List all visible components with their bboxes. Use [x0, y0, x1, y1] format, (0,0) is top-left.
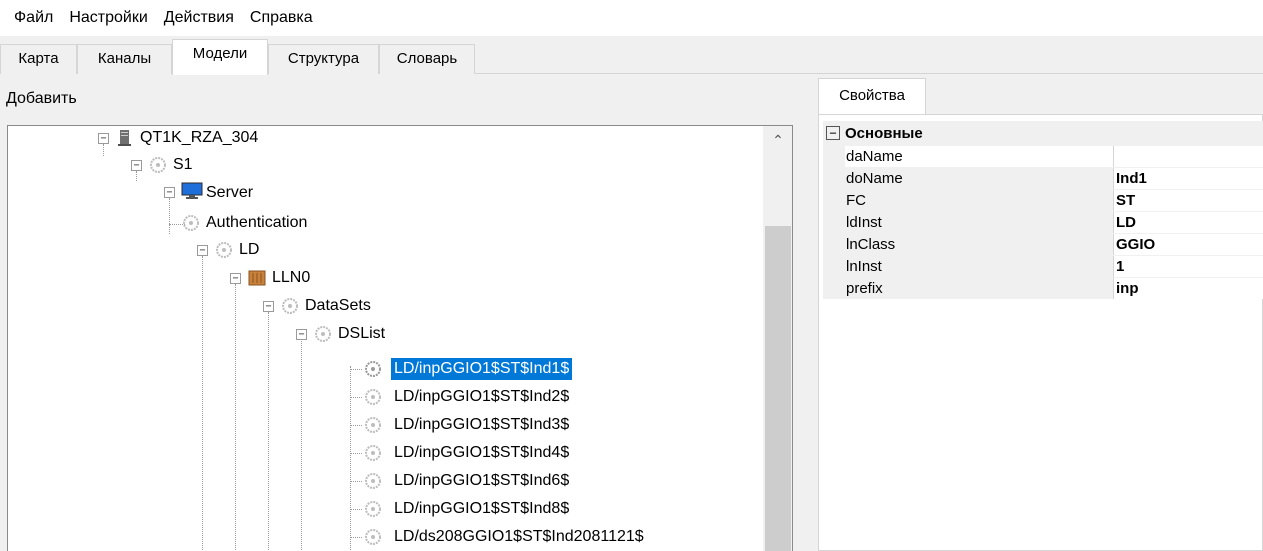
menu-bar: Файл Настройки Действия Справка [0, 0, 1263, 36]
property-value[interactable]: GGIO [1114, 234, 1263, 255]
tree-node-dataset-entry[interactable]: LD/inpGGIO1$ST$Ind8$ [394, 498, 569, 520]
network-icon [365, 361, 381, 377]
network-icon [365, 501, 381, 517]
tree-node-server[interactable]: Server [206, 182, 253, 204]
tree-node-lln0[interactable]: LLN0 [272, 267, 310, 289]
tree-node-dataset-entry[interactable]: LD/inpGGIO1$ST$Ind6$ [394, 470, 569, 492]
tree-node-device[interactable]: QT1K_RZA_304 [140, 127, 258, 149]
network-icon [365, 389, 381, 405]
scroll-thumb[interactable] [765, 226, 791, 551]
network-icon [365, 529, 381, 545]
tree-node-s1[interactable]: S1 [173, 154, 193, 176]
scroll-up-arrow-icon[interactable]: ⌃ [763, 126, 792, 154]
property-value[interactable]: LD [1114, 212, 1263, 233]
network-icon [150, 157, 166, 173]
network-icon [315, 326, 331, 342]
tab-map[interactable]: Карта [0, 44, 77, 74]
property-name: doName [845, 168, 1114, 189]
property-row[interactable]: ldInst LD [823, 211, 1263, 233]
tree-expander[interactable]: − [98, 133, 109, 144]
properties-panel: Свойства − Основные daName doName Ind1 F… [814, 74, 1263, 551]
tree-expander[interactable]: − [164, 187, 175, 198]
property-value[interactable]: Ind1 [1114, 168, 1263, 189]
tab-models[interactable]: Модели [172, 39, 268, 75]
network-icon [365, 417, 381, 433]
tree-node-dataset-entry-selected[interactable]: LD/inpGGIO1$ST$Ind1$ [391, 358, 573, 380]
menu-file[interactable]: Файл [6, 0, 61, 36]
tree-scrollbar[interactable]: ⌃ [763, 126, 792, 551]
property-name: lnClass [845, 234, 1114, 255]
property-row[interactable]: daName [823, 145, 1263, 167]
property-name: FC [845, 190, 1114, 211]
tree-node-ld[interactable]: LD [239, 239, 259, 261]
tree-node-dataset-entry[interactable]: LD/inpGGIO1$ST$Ind4$ [394, 442, 569, 464]
tree-node-dataset-entry[interactable]: LD/inpGGIO1$ST$Ind3$ [394, 414, 569, 436]
network-icon [183, 215, 199, 231]
collapse-icon[interactable]: − [826, 126, 840, 140]
property-value[interactable]: inp [1114, 278, 1263, 299]
property-row[interactable]: prefix inp [823, 277, 1263, 299]
tree-node-dataset-entry[interactable]: LD/ds208GGIO1$ST$Ind2081121$ [394, 526, 644, 548]
tree-node-dataset-entry[interactable]: LD/inpGGIO1$ST$Ind2$ [394, 386, 569, 408]
property-name: lnInst [845, 256, 1114, 277]
property-row[interactable]: lnClass GGIO [823, 233, 1263, 255]
property-row[interactable]: doName Ind1 [823, 167, 1263, 189]
monitor-icon [181, 182, 203, 199]
models-panel: Добавить − QT1K_RZA_304 − S1 − Server Au… [0, 74, 808, 551]
network-icon [282, 298, 298, 314]
tree-expander[interactable]: − [230, 273, 241, 284]
tree-node-authentication[interactable]: Authentication [206, 212, 307, 234]
property-category-label: Основные [845, 124, 923, 142]
add-button[interactable]: Добавить [6, 90, 77, 108]
network-icon [216, 242, 232, 258]
tree-expander[interactable]: − [263, 301, 274, 312]
logical-node-icon [248, 270, 266, 286]
tab-channels[interactable]: Каналы [77, 44, 172, 74]
property-row[interactable]: FC ST [823, 189, 1263, 211]
property-grid: − Основные daName doName Ind1 FC ST ldIn… [823, 121, 1263, 299]
property-grid-container: − Основные daName doName Ind1 FC ST ldIn… [818, 114, 1263, 551]
network-icon [365, 473, 381, 489]
property-name: prefix [845, 278, 1114, 299]
tree-node-datasets[interactable]: DataSets [305, 295, 371, 317]
menu-help[interactable]: Справка [242, 0, 321, 36]
property-row[interactable]: lnInst 1 [823, 255, 1263, 277]
tab-properties[interactable]: Свойства [818, 78, 926, 114]
property-value[interactable] [1114, 146, 1263, 167]
tab-structure[interactable]: Структура [268, 44, 379, 74]
tree-expander[interactable]: − [131, 160, 142, 171]
property-name: daName [845, 146, 1114, 167]
menu-settings[interactable]: Настройки [61, 0, 155, 36]
menu-actions[interactable]: Действия [156, 0, 242, 36]
model-tree[interactable]: − QT1K_RZA_304 − S1 − Server Authenticat… [7, 125, 793, 551]
property-category[interactable]: − Основные [823, 121, 1263, 145]
property-value[interactable]: 1 [1114, 256, 1263, 277]
property-name: ldInst [845, 212, 1114, 233]
main-tabstrip: Карта Каналы Модели Структура Словарь [0, 36, 1263, 75]
device-icon [118, 130, 131, 146]
network-icon [365, 445, 381, 461]
tree-expander[interactable]: − [296, 329, 307, 340]
tab-dictionary[interactable]: Словарь [379, 44, 475, 74]
property-value[interactable]: ST [1114, 190, 1263, 211]
tree-expander[interactable]: − [197, 245, 208, 256]
tree-node-dslist[interactable]: DSList [338, 323, 385, 345]
